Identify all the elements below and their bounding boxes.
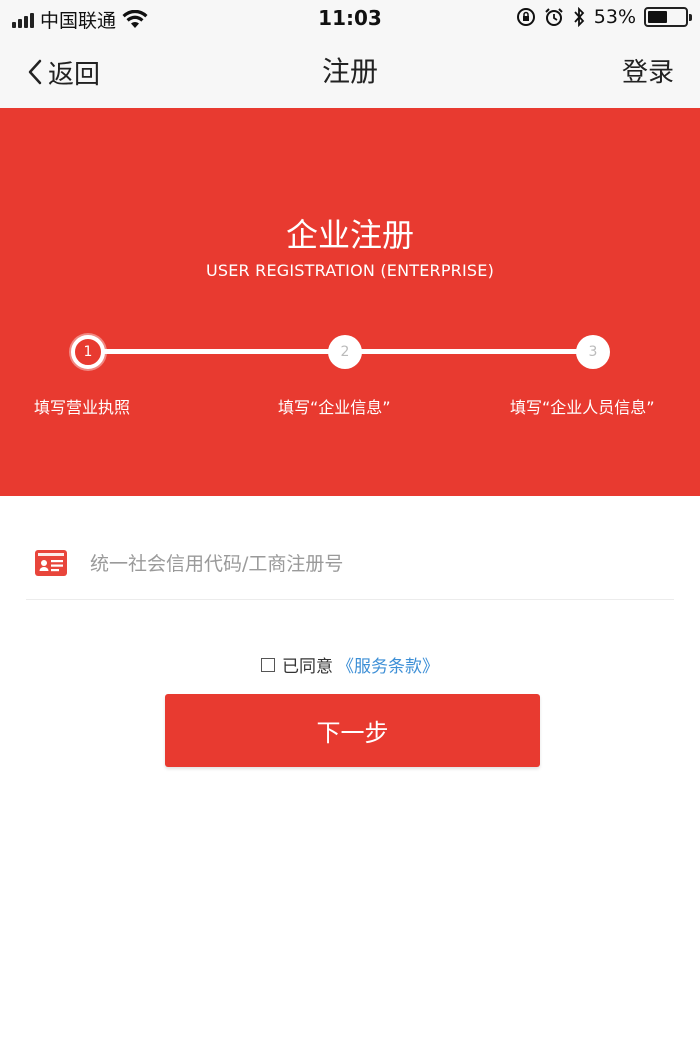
next-step-button[interactable]: 下一步 xyxy=(165,694,540,767)
credit-code-row xyxy=(26,530,674,600)
step-2-indicator: 2 xyxy=(328,335,362,369)
page-title: 注册 xyxy=(321,55,378,88)
step-1-indicator: 1 xyxy=(71,335,105,369)
hero-title: 企业注册 xyxy=(285,216,414,254)
terms-link[interactable]: 《服务条款》 xyxy=(337,652,439,677)
alarm-icon xyxy=(545,8,563,26)
id-card-icon xyxy=(35,550,67,576)
login-button[interactable]: 登录 xyxy=(622,52,674,89)
agreement-row: 已同意 《服务条款》 xyxy=(0,652,700,677)
hero-subtitle: USER REGISTRATION (ENTERPRISE) xyxy=(205,261,495,280)
step-1-label: 填写营业执照 xyxy=(34,398,131,417)
agree-text: 已同意 xyxy=(282,657,333,677)
status-bar: 中国联通 11:03 53% xyxy=(0,0,700,36)
nav-bar: 返回 注册 登录 xyxy=(0,36,700,108)
step-3-indicator: 3 xyxy=(576,335,610,369)
battery-fill xyxy=(648,11,667,23)
step-3-label: 填写“企业人员信息” xyxy=(510,398,655,417)
battery-cap xyxy=(689,14,692,21)
step-2-label: 填写“企业信息” xyxy=(278,398,391,417)
rotation-lock-icon xyxy=(516,8,535,26)
battery-percent: 53% xyxy=(593,6,636,28)
bluetooth-icon xyxy=(574,7,585,27)
agree-checkbox[interactable] xyxy=(261,657,275,672)
battery-icon xyxy=(644,7,692,27)
credit-code-input[interactable] xyxy=(90,544,650,584)
registration-header: 企业注册 USER REGISTRATION (ENTERPRISE) 1 2 … xyxy=(0,108,700,496)
status-right: 53% xyxy=(516,6,692,28)
